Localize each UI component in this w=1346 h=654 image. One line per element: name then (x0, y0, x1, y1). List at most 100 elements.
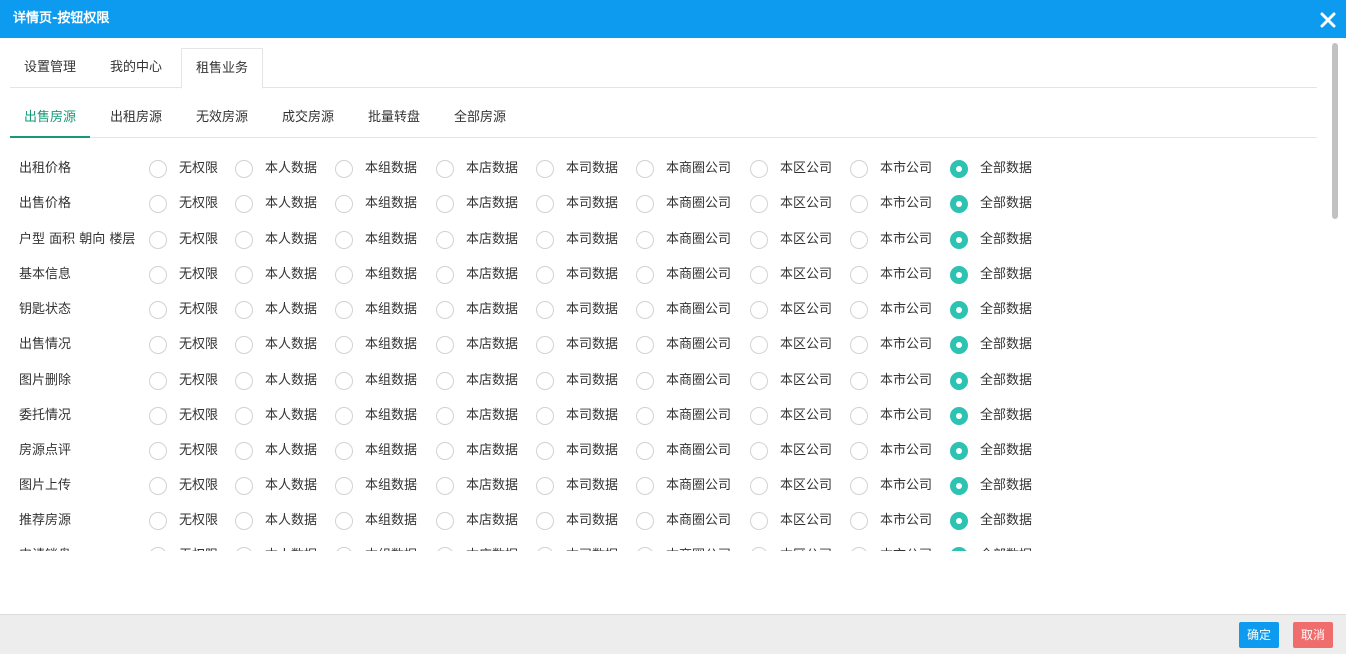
radio-button[interactable] (149, 266, 167, 284)
radio-button[interactable] (850, 301, 868, 319)
radio-button[interactable] (235, 512, 253, 530)
tab-for-rent-listings[interactable]: 出租房源 (96, 98, 176, 138)
radio-button[interactable] (235, 477, 253, 495)
radio-button[interactable] (950, 477, 968, 495)
radio-button[interactable] (436, 512, 454, 530)
radio-button[interactable] (335, 160, 353, 178)
radio-button[interactable] (850, 266, 868, 284)
radio-button[interactable] (436, 407, 454, 425)
radio-button[interactable] (536, 372, 554, 390)
radio-button[interactable] (335, 231, 353, 249)
radio-button[interactable] (750, 266, 768, 284)
tab-batch-transfer[interactable]: 批量转盘 (354, 98, 434, 138)
radio-button[interactable] (436, 231, 454, 249)
radio-button[interactable] (436, 160, 454, 178)
radio-button[interactable] (436, 266, 454, 284)
radio-button[interactable] (636, 477, 654, 495)
tab-closed-listings[interactable]: 成交房源 (268, 98, 348, 138)
radio-button[interactable] (149, 160, 167, 178)
tab-rental-sales-business[interactable]: 租售业务 (181, 48, 264, 89)
radio-button[interactable] (850, 442, 868, 460)
radio-button[interactable] (750, 512, 768, 530)
radio-button[interactable] (536, 442, 554, 460)
radio-button[interactable] (335, 372, 353, 390)
tab-for-sale-listings[interactable]: 出售房源 (10, 98, 91, 138)
radio-button[interactable] (850, 231, 868, 249)
radio-button[interactable] (850, 547, 868, 551)
radio-button[interactable] (335, 407, 353, 425)
radio-button[interactable] (149, 547, 167, 551)
radio-button[interactable] (850, 336, 868, 354)
radio-button[interactable] (335, 477, 353, 495)
radio-button[interactable] (436, 477, 454, 495)
radio-button[interactable] (850, 407, 868, 425)
confirm-button[interactable]: 确定 (1239, 622, 1280, 648)
radio-button[interactable] (149, 512, 167, 530)
radio-button[interactable] (235, 160, 253, 178)
tab-all-listings[interactable]: 全部房源 (440, 98, 520, 138)
radio-button[interactable] (950, 231, 968, 249)
tab-settings-management[interactable]: 设置管理 (10, 48, 90, 88)
scrollbar[interactable] (1332, 38, 1346, 614)
radio-button[interactable] (950, 547, 968, 551)
radio-button[interactable] (850, 372, 868, 390)
radio-button[interactable] (636, 160, 654, 178)
radio-button[interactable] (850, 512, 868, 530)
radio-button[interactable] (536, 512, 554, 530)
radio-button[interactable] (850, 477, 868, 495)
radio-button[interactable] (850, 195, 868, 213)
radio-button[interactable] (536, 231, 554, 249)
radio-button[interactable] (536, 477, 554, 495)
radio-button[interactable] (335, 266, 353, 284)
radio-button[interactable] (436, 336, 454, 354)
radio-button[interactable] (750, 301, 768, 319)
radio-button[interactable] (149, 336, 167, 354)
radio-button[interactable] (235, 372, 253, 390)
radio-button[interactable] (335, 336, 353, 354)
radio-button[interactable] (335, 547, 353, 551)
tab-invalid-listings[interactable]: 无效房源 (182, 98, 262, 138)
radio-button[interactable] (950, 195, 968, 213)
radio-button[interactable] (950, 160, 968, 178)
radio-button[interactable] (235, 195, 253, 213)
radio-button[interactable] (750, 372, 768, 390)
radio-button[interactable] (335, 512, 353, 530)
radio-button[interactable] (950, 407, 968, 425)
radio-button[interactable] (235, 547, 253, 551)
radio-button[interactable] (235, 301, 253, 319)
radio-button[interactable] (636, 301, 654, 319)
radio-button[interactable] (149, 372, 167, 390)
radio-button[interactable] (149, 301, 167, 319)
scrollbar-thumb[interactable] (1332, 43, 1338, 219)
radio-button[interactable] (536, 160, 554, 178)
radio-button[interactable] (536, 195, 554, 213)
radio-button[interactable] (950, 372, 968, 390)
radio-button[interactable] (750, 336, 768, 354)
radio-button[interactable] (335, 442, 353, 460)
tab-my-center[interactable]: 我的中心 (96, 48, 176, 88)
radio-button[interactable] (750, 442, 768, 460)
radio-button[interactable] (950, 301, 968, 319)
radio-button[interactable] (750, 231, 768, 249)
radio-button[interactable] (235, 231, 253, 249)
radio-button[interactable] (436, 547, 454, 551)
radio-button[interactable] (149, 477, 167, 495)
radio-button[interactable] (149, 195, 167, 213)
radio-button[interactable] (636, 547, 654, 551)
radio-button[interactable] (950, 336, 968, 354)
radio-button[interactable] (950, 266, 968, 284)
radio-button[interactable] (536, 301, 554, 319)
radio-button[interactable] (436, 372, 454, 390)
close-icon[interactable] (1320, 12, 1336, 28)
radio-button[interactable] (636, 512, 654, 530)
radio-button[interactable] (335, 301, 353, 319)
radio-button[interactable] (235, 442, 253, 460)
radio-button[interactable] (750, 160, 768, 178)
radio-button[interactable] (636, 442, 654, 460)
radio-button[interactable] (750, 195, 768, 213)
radio-button[interactable] (750, 407, 768, 425)
radio-button[interactable] (950, 512, 968, 530)
radio-button[interactable] (636, 372, 654, 390)
radio-button[interactable] (536, 336, 554, 354)
radio-button[interactable] (636, 231, 654, 249)
